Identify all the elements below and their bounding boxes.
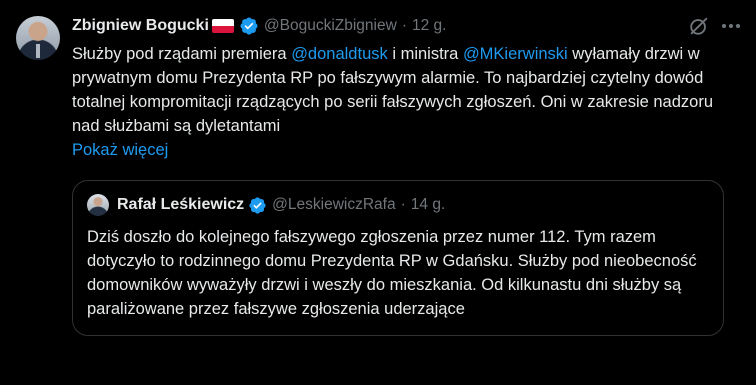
mention-link-mkierwinski[interactable]: @MKierwinski — [463, 45, 568, 63]
tweet-time[interactable]: 12 g. — [412, 17, 446, 35]
separator-dot: · — [401, 17, 407, 34]
quoted-avatar — [87, 194, 109, 216]
tweet-text: Służby pod rządami premiera @donaldtusk … — [72, 42, 726, 138]
tweet-content: Zbigniew Bogucki @BoguckiZbigniew · 12 g… — [72, 12, 740, 385]
quoted-tweet[interactable]: Rafał Leśkiewicz @LeskiewiczRafa · 14 g.… — [72, 180, 724, 336]
avatar[interactable] — [16, 16, 60, 60]
quoted-author-name: Rafał Leśkiewicz — [117, 196, 245, 213]
tweet-header: Zbigniew Bogucki @BoguckiZbigniew · 12 g… — [72, 12, 726, 40]
quoted-tweet-header: Rafał Leśkiewicz @LeskiewiczRafa · 14 g. — [87, 194, 709, 216]
tweet-text-part: Służby pod rządami premiera — [72, 45, 292, 63]
author-name[interactable]: Zbigniew Bogucki — [72, 17, 209, 35]
quoted-tweet-text: Dziś doszło do kolejnego fałszywego zgło… — [87, 228, 697, 318]
tweet[interactable]: Zbigniew Bogucki @BoguckiZbigniew · 12 g… — [0, 0, 756, 385]
grok-icon[interactable] — [688, 15, 710, 37]
quoted-tweet-time: 14 g. — [410, 196, 446, 213]
verified-badge-icon — [249, 196, 266, 214]
tweet-text-part: i ministra — [387, 45, 463, 63]
quoted-author-handle: @LeskiewiczRafa — [272, 196, 396, 213]
mention-link-donaldtusk[interactable]: @donaldtusk — [291, 45, 388, 63]
verified-badge-icon — [240, 17, 258, 35]
poland-flag-icon — [211, 19, 234, 33]
avatar-column — [16, 12, 72, 385]
separator-dot: · — [400, 196, 406, 213]
show-more-link[interactable]: Pokaż więcej — [72, 138, 726, 162]
more-icon[interactable] — [718, 15, 744, 37]
author-handle[interactable]: @BoguckiZbigniew — [264, 17, 397, 35]
